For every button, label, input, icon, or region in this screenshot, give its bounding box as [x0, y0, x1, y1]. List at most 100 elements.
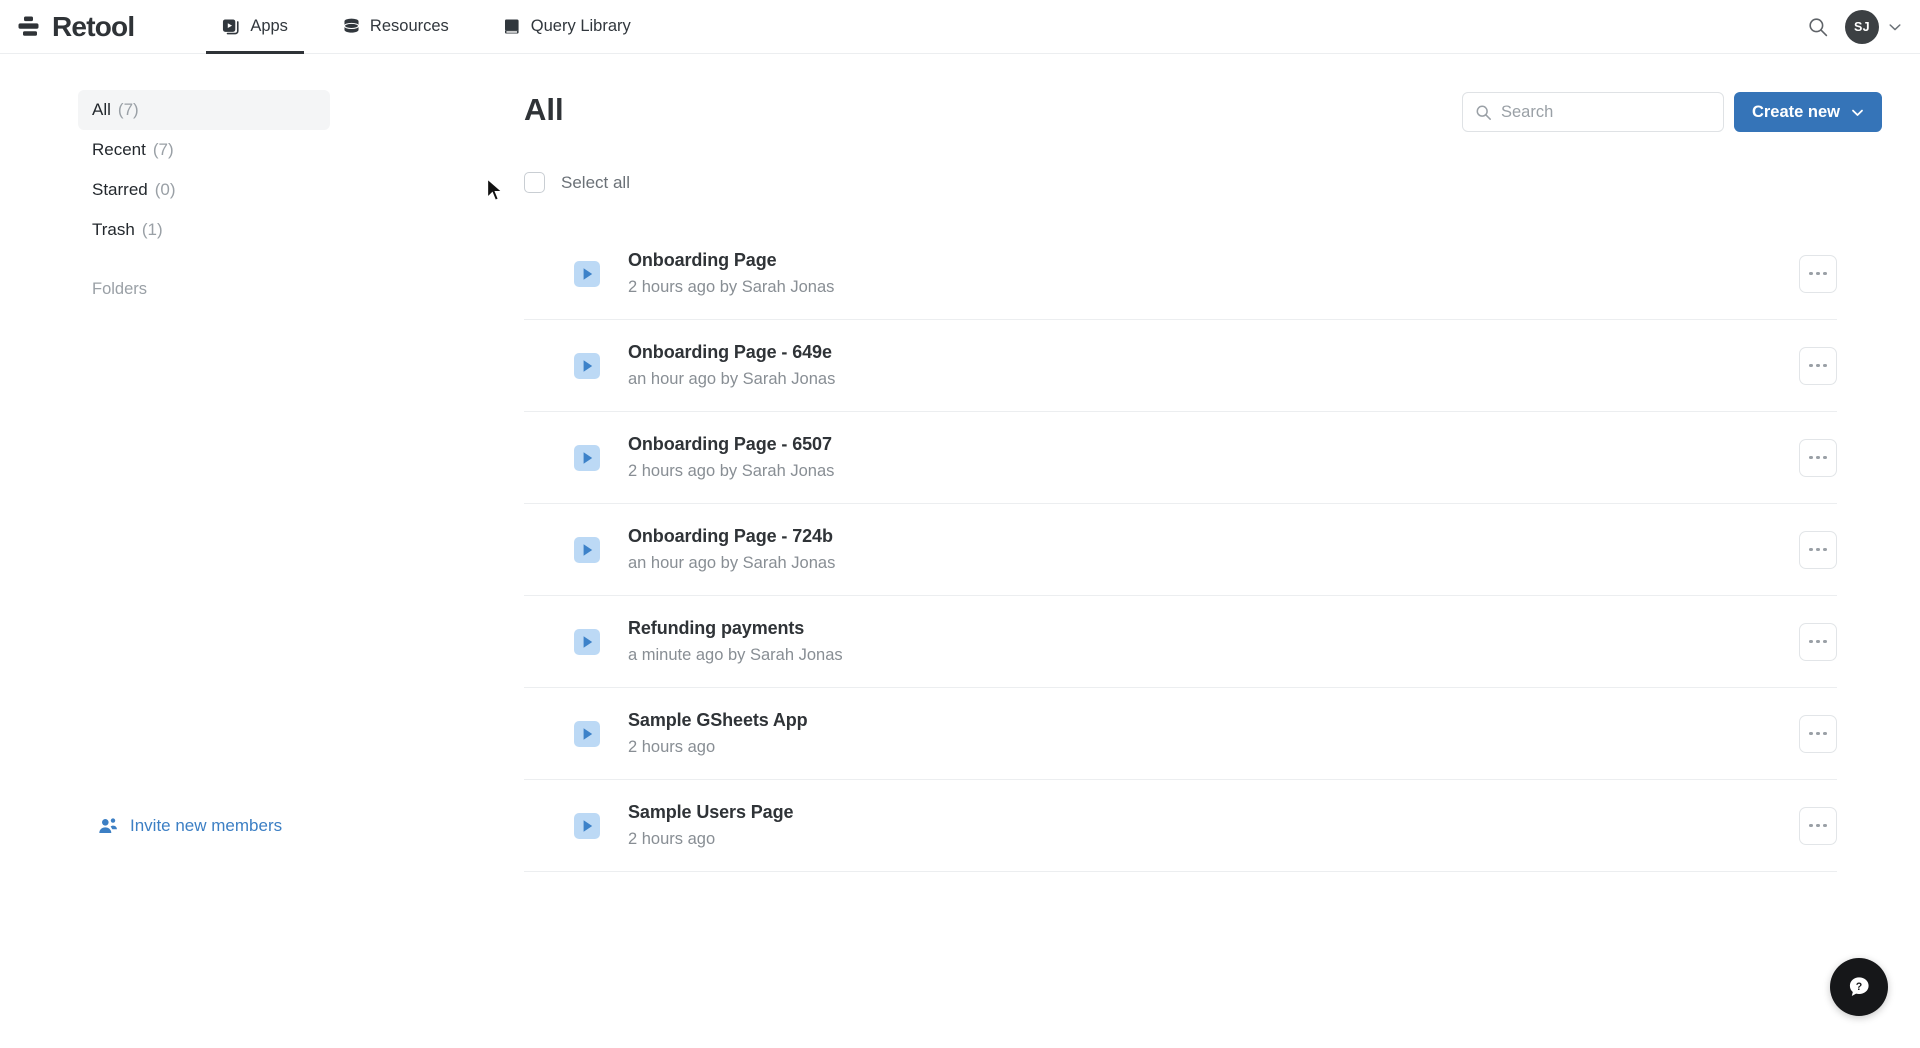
retool-stacked-bars-logo-icon [18, 16, 39, 36]
app-row-menu-button[interactable] [1799, 530, 1837, 569]
app-meta: an hour ago by Sarah Jonas [628, 370, 836, 388]
app-name: Onboarding Page - 6507 [628, 434, 832, 454]
help-chat-question-icon: ? [1849, 977, 1869, 996]
ellipsis-dot [1816, 547, 1820, 552]
app-meta: a minute ago by Sarah Jonas [628, 646, 843, 664]
ellipsis-dot [1816, 639, 1820, 644]
database-stack-icon [342, 17, 361, 36]
ellipsis-dot [1823, 455, 1827, 460]
app-name: Sample Users Page [628, 802, 794, 822]
app-name: Onboarding Page [628, 250, 777, 270]
app-row-menu-button[interactable] [1799, 346, 1837, 385]
app-list-item[interactable]: Sample Users Page 2 hours ago [524, 780, 1837, 872]
folders-section-label: Folders [92, 280, 148, 298]
tab-resources-label: Resources [369, 17, 449, 35]
nav-right-group: SJ [1807, 9, 1902, 44]
ellipsis-dot [1816, 455, 1820, 460]
sidebar-item-trash-label: Trash [92, 220, 135, 239]
ellipsis-dot [1809, 823, 1813, 828]
app-list-item-text: Sample Users Page 2 hours ago [628, 802, 793, 849]
ellipsis-dot [1809, 547, 1813, 552]
app-name: Onboarding Page - 649e [628, 342, 832, 362]
brand-logo[interactable]: Retool [18, 10, 135, 43]
page-title: All [524, 92, 564, 127]
search-field-wrapper[interactable] [1462, 92, 1724, 132]
app-row-menu-button[interactable] [1799, 438, 1837, 477]
app-row-menu-button[interactable] [1799, 714, 1837, 753]
ellipsis-dot [1809, 363, 1813, 368]
app-list: Onboarding Page 2 hours ago by Sarah Jona… [524, 228, 1837, 872]
brand-name: Retool [52, 10, 135, 42]
sidebar-item-starred-label: Starred [92, 180, 148, 199]
play-triangle-icon [574, 352, 600, 379]
app-name: Sample GSheets App [628, 710, 808, 730]
create-new-button[interactable]: Create new [1733, 92, 1882, 132]
app-list-item[interactable]: Onboarding Page - 724b an hour ago by Sar… [524, 504, 1837, 596]
app-name: Onboarding Page - 724b [628, 526, 833, 546]
ellipsis-dot [1809, 271, 1813, 276]
tab-query-library[interactable]: Query Library [487, 0, 647, 54]
app-list-item[interactable]: Onboarding Page - 6507 2 hours ago by Sar… [524, 412, 1837, 504]
sidebar-item-all-count: (7) [117, 100, 139, 119]
app-row-menu-button[interactable] [1799, 254, 1837, 293]
tab-resources[interactable]: Resources [326, 0, 465, 54]
chevron-down-icon[interactable] [1888, 20, 1902, 34]
ellipsis-dot [1823, 823, 1827, 828]
app-list-item[interactable]: Onboarding Page 2 hours ago by Sarah Jona… [524, 228, 1837, 320]
invite-new-members-link[interactable]: Invite new members [98, 816, 282, 836]
select-all-row[interactable]: Select all [524, 172, 630, 193]
app-list-item-text: Sample GSheets App 2 hours ago [628, 710, 808, 757]
play-triangle-icon [574, 260, 600, 287]
book-icon [503, 17, 522, 36]
sidebar-item-all[interactable]: All (7) [78, 90, 330, 130]
select-all-checkbox[interactable] [524, 172, 545, 193]
app-list-item-text: Onboarding Page 2 hours ago by Sarah Jona… [628, 250, 834, 297]
apps-play-square-icon [222, 17, 241, 36]
app-meta: 2 hours ago [628, 738, 716, 756]
ellipsis-dot [1809, 639, 1813, 644]
play-triangle-icon [574, 628, 600, 655]
invite-new-members-label: Invite new members [130, 816, 283, 835]
sidebar-item-recent[interactable]: Recent (7) [78, 130, 330, 170]
play-triangle-icon [574, 720, 600, 747]
top-navigation-bar: Retool Apps Resources Query Library SJ [0, 0, 1920, 54]
play-triangle-icon [574, 444, 600, 471]
app-meta: 2 hours ago by Sarah Jonas [628, 278, 835, 296]
app-name: Refunding payments [628, 618, 805, 638]
search-icon [1476, 105, 1491, 120]
ellipsis-dot [1816, 271, 1820, 276]
create-new-label: Create new [1751, 102, 1840, 121]
sidebar-item-starred-count: (0) [154, 180, 176, 199]
ellipsis-dot [1816, 823, 1820, 828]
app-list-item[interactable]: Onboarding Page - 649e an hour ago by Sar… [524, 320, 1837, 412]
sidebar-item-recent-count: (7) [152, 140, 174, 159]
sidebar-item-recent-label: Recent [92, 140, 146, 159]
search-input[interactable] [1501, 102, 1711, 122]
app-row-menu-button[interactable] [1799, 622, 1837, 661]
avatar-initials: SJ [1854, 19, 1870, 34]
app-list-item-text: Onboarding Page - 724b an hour ago by Sar… [628, 526, 835, 573]
app-list-item-text: Refunding payments a minute ago by Sarah … [628, 618, 843, 665]
ellipsis-dot [1823, 363, 1827, 368]
sidebar-item-trash-count: (1) [141, 220, 163, 239]
help-button[interactable]: ? [1830, 958, 1888, 1016]
sidebar-item-trash[interactable]: Trash (1) [78, 210, 330, 250]
tab-query-library-label: Query Library [530, 17, 631, 35]
app-list-item[interactable]: Sample GSheets App 2 hours ago [524, 688, 1837, 780]
sidebar-item-starred[interactable]: Starred (0) [78, 170, 330, 210]
tab-apps[interactable]: Apps [206, 0, 304, 54]
play-triangle-icon [574, 812, 600, 839]
app-meta: 2 hours ago by Sarah Jonas [628, 462, 835, 480]
app-list-item[interactable]: Refunding payments a minute ago by Sarah … [524, 596, 1837, 688]
play-triangle-icon [574, 536, 600, 563]
ellipsis-dot [1823, 547, 1827, 552]
app-row-menu-button[interactable] [1799, 806, 1837, 845]
ellipsis-dot [1823, 271, 1827, 276]
search-icon[interactable] [1807, 16, 1829, 38]
sidebar: All (7) Recent (7) Starred (0) Trash (1)… [0, 54, 430, 1048]
ellipsis-dot [1809, 455, 1813, 460]
ellipsis-dot [1823, 639, 1827, 644]
avatar[interactable]: SJ [1845, 9, 1879, 44]
chevron-down-icon [1852, 109, 1863, 116]
app-list-item-text: Onboarding Page - 6507 2 hours ago by Sar… [628, 434, 834, 481]
